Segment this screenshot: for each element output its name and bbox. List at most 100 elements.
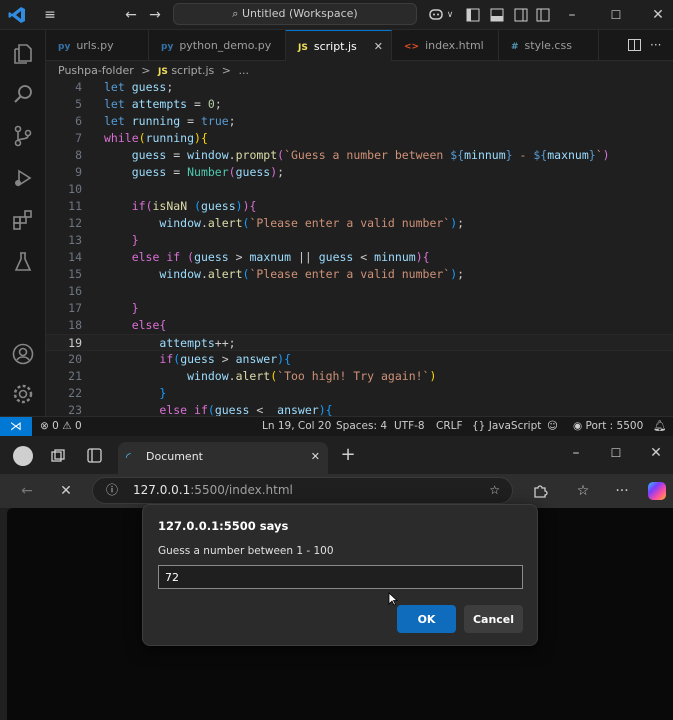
problems-status[interactable]: ⊗ 0 ⚠ 0: [40, 417, 82, 436]
testing-flask-icon[interactable]: [11, 250, 35, 274]
tab-urls-py[interactable]: py urls.py: [46, 30, 149, 61]
code-line: 20 if(guess > answer){: [46, 351, 673, 368]
line-number: 22: [68, 386, 82, 400]
toggle-secondary-sidebar-icon[interactable]: [514, 8, 528, 22]
breadcrumb-more[interactable]: ...: [238, 64, 249, 77]
account-icon[interactable]: [11, 342, 35, 366]
prompt-dialog: 127.0.0.1:5500 says Guess a number betwe…: [142, 504, 538, 646]
line-number: 16: [68, 284, 82, 298]
back-arrow-icon[interactable]: ←: [17, 481, 37, 501]
dialog-message: Guess a number between 1 - 100: [158, 545, 334, 557]
code-line: 7 while(running){: [46, 130, 673, 147]
extensions-puzzle-icon[interactable]: [532, 483, 548, 499]
code-line: 5 let attempts = 0;: [46, 96, 673, 113]
back-arrow-icon[interactable]: ←: [122, 4, 140, 26]
code-editor[interactable]: 4 let guess; 5 let attempts = 0; 6 let runn…: [46, 81, 673, 416]
extensions-icon[interactable]: [11, 208, 35, 232]
tab-label: python_demo.py: [179, 39, 272, 52]
cursor-position[interactable]: Ln 19, Col 20: [262, 417, 331, 436]
forward-arrow-icon[interactable]: →: [146, 4, 164, 26]
breadcrumb-folder[interactable]: Pushpa-folder: [58, 64, 134, 77]
code-line: 14 else if (guess > maxnum || guess < mi…: [46, 249, 673, 266]
line-number: 7: [75, 131, 82, 145]
toggle-panel-icon[interactable]: [490, 8, 504, 22]
more-menu-icon[interactable]: ···: [612, 481, 632, 501]
menu-icon[interactable]: ≡: [40, 4, 60, 26]
minimize-icon[interactable]: –: [566, 443, 586, 463]
maximize-icon[interactable]: ☐: [606, 443, 626, 463]
cancel-button[interactable]: Cancel: [464, 605, 523, 633]
line-number: 13: [68, 233, 82, 247]
code-line: 10: [46, 181, 673, 198]
status-bar: ⋊ ⊗ 0 ⚠ 0 Ln 19, Col 20 Spaces: 4 UTF-8 …: [0, 416, 673, 436]
language-mode[interactable]: {} JavaScript: [472, 417, 541, 436]
minimize-icon[interactable]: –: [562, 4, 582, 26]
eol-status[interactable]: CRLF: [436, 417, 463, 436]
live-server-status[interactable]: ◉ Port : 5500: [573, 417, 643, 436]
line-number: 14: [68, 250, 82, 264]
search-icon[interactable]: [11, 82, 35, 106]
tab-python-demo-py[interactable]: py python_demo.py: [149, 30, 286, 61]
tab-index-html[interactable]: <> index.html: [392, 30, 499, 61]
site-info-icon[interactable]: ⓘ: [106, 478, 118, 503]
notifications-bell-icon[interactable]: 🔔︎: [653, 417, 666, 436]
warning-icon: ⚠: [62, 420, 72, 432]
indentation-status[interactable]: Spaces: 4: [336, 417, 387, 436]
tab-style-css[interactable]: # style.css: [499, 30, 599, 61]
explorer-icon[interactable]: [11, 42, 35, 66]
code-line-current: 19 attempts++;: [46, 334, 673, 351]
toggle-primary-sidebar-icon[interactable]: [466, 8, 480, 22]
tab-close-icon[interactable]: ✕: [374, 31, 383, 62]
new-tab-icon[interactable]: +: [338, 445, 358, 465]
activity-bar: [0, 30, 46, 416]
close-tab-icon[interactable]: ✕: [311, 442, 320, 472]
line-number: 4: [75, 81, 82, 94]
copilot-icon[interactable]: [428, 7, 444, 21]
javascript-file-icon: JS: [298, 43, 308, 53]
more-actions-icon[interactable]: ···: [650, 30, 661, 61]
favorites-icon[interactable]: ☆: [573, 481, 593, 501]
settings-gear-icon[interactable]: [11, 382, 35, 406]
code-line: 21 window.alert(`Too high! Try again!`): [46, 368, 673, 385]
line-number: 10: [68, 182, 82, 196]
chevron-down-icon[interactable]: ∨: [444, 4, 456, 26]
vscode-logo-icon: [8, 7, 25, 23]
profile-avatar-icon[interactable]: [13, 446, 33, 466]
workspaces-icon[interactable]: [50, 448, 66, 464]
run-debug-icon[interactable]: [11, 166, 35, 190]
maximize-icon[interactable]: ☐: [606, 4, 626, 26]
favorite-star-icon[interactable]: ☆: [489, 478, 500, 503]
port-label: Port : 5500: [585, 420, 644, 432]
copilot-icon[interactable]: [648, 482, 666, 500]
line-number: 6: [75, 114, 82, 128]
prompt-input[interactable]: [158, 565, 523, 589]
warning-count: 0: [74, 420, 82, 432]
line-number: 9: [75, 165, 82, 179]
remote-icon[interactable]: ⋊: [0, 417, 32, 436]
line-number: 21: [68, 369, 82, 383]
line-number: 11: [68, 199, 82, 213]
code-line: 8 guess = window.prompt(`Guess a number …: [46, 147, 673, 164]
code-line: 16: [46, 283, 673, 300]
stop-loading-icon[interactable]: ✕: [56, 481, 76, 501]
command-center-search[interactable]: ⌕ Untitled (Workspace): [173, 3, 417, 25]
browser-tab-document[interactable]: ◜ Document ✕: [118, 442, 328, 474]
tab-script-js[interactable]: JS script.js ✕: [286, 30, 392, 61]
title-bar: ≡ ← → ⌕ Untitled (Workspace) ∨ – ☐ ✕: [0, 0, 673, 30]
copilot-status-icon[interactable]: ☺: [547, 417, 558, 436]
browser-tab-strip: ◜ Document ✕ + – ☐ ✕: [0, 436, 673, 474]
address-bar[interactable]: ⓘ 127.0.0.1:5500/index.html ☆: [92, 477, 513, 504]
layout-icon[interactable]: [536, 8, 550, 22]
breadcrumb: Pushpa-folder > JS script.js > ...: [46, 61, 673, 81]
breadcrumb-file[interactable]: script.js: [171, 64, 214, 77]
close-icon[interactable]: ✕: [646, 443, 666, 463]
encoding-status[interactable]: UTF-8: [394, 417, 425, 436]
workspace-title: Untitled (Workspace): [241, 7, 358, 20]
css-file-icon: #: [511, 42, 519, 52]
ok-button[interactable]: OK: [397, 605, 456, 633]
source-control-icon[interactable]: [11, 124, 35, 148]
tab-actions-icon[interactable]: [87, 448, 102, 463]
error-icon: ⊗: [40, 420, 49, 432]
close-icon[interactable]: ✕: [648, 4, 668, 26]
split-editor-icon[interactable]: [628, 39, 641, 51]
